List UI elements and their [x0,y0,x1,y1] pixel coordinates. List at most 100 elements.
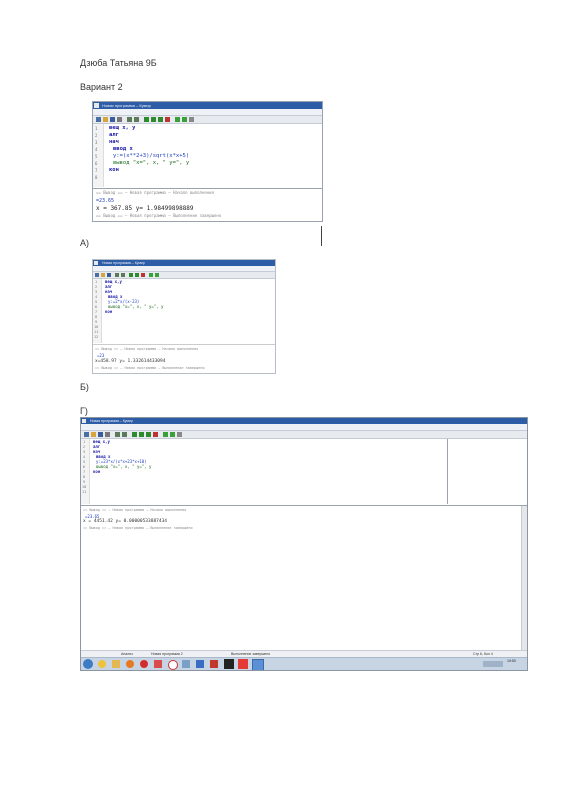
code-editor[interactable]: 1 2 3 4 5 6 7 8 9 10 11 вещ x,y алг нач … [81,439,448,504]
line-number: 1 [95,126,98,131]
table-icon[interactable] [155,273,159,277]
grid-icon[interactable] [163,432,168,437]
stop-icon[interactable] [165,117,170,122]
settings-icon[interactable] [189,117,194,122]
word-icon[interactable] [196,660,204,668]
output-line: x = 4451.42 y= 0.00000533887434 [83,519,167,524]
code-line: y:=(x**2+3)/sqrt(x*x+5) [113,153,190,159]
line-number: 8 [95,175,98,180]
yandex-browser-icon[interactable] [238,659,248,669]
line-number: 1 [95,280,98,284]
ie-icon[interactable] [98,660,106,668]
step-into-icon[interactable] [158,117,163,122]
pencil-icon[interactable] [182,660,190,668]
photo-icon[interactable] [154,660,162,668]
run-icon[interactable] [144,117,149,122]
code-line: вывод "x=", x, " y=", y [108,304,164,309]
line-number: 6 [95,161,98,166]
settings-icon[interactable] [177,432,182,437]
line-number: 11 [82,490,87,494]
label-b: Б) [80,382,89,392]
output-scrollbar[interactable] [521,506,527,650]
menubar: Программа Редактирование Вставка Выполне… [81,424,527,438]
new-file-icon[interactable] [96,117,101,122]
line-number: 4 [95,147,98,152]
grid-icon[interactable] [149,273,153,277]
undo-icon[interactable] [115,432,120,437]
print-icon[interactable] [105,432,110,437]
code-line: кон [109,167,119,173]
redo-icon[interactable] [134,117,139,122]
output-line: == Вывод == — Новая программа — Выполнен… [83,526,193,530]
line-number: 5 [95,300,98,304]
output-line: x = 367.85 y= 1.98499898889 [96,205,194,212]
table-icon[interactable] [170,432,175,437]
app-logo-icon [94,261,98,265]
step-into-icon[interactable] [146,432,151,437]
code-line: вывод "x=", x, " y=", y [96,464,152,469]
status-bar: Анализ Новая программа 2 Выполнение заве… [81,650,527,657]
code-line: вывод "x=", x, " y=", y [113,160,190,166]
save-icon[interactable] [107,273,111,277]
new-file-icon[interactable] [95,273,99,277]
step-icon[interactable] [139,432,144,437]
line-number: 3 [95,290,98,294]
code-editor[interactable]: 1 2 3 4 5 6 7 8 9 10 11 12 вещ x,y алг н… [93,279,275,343]
app-icon[interactable] [210,660,218,668]
opera-icon[interactable] [140,660,148,668]
undo-icon[interactable] [127,117,132,122]
app-logo-icon [94,103,99,108]
line-number: 3 [95,140,98,145]
line-number: 3 [83,450,86,454]
output-line: == Вывод == — Новая программа — Начало в… [96,190,215,195]
run-icon[interactable] [129,273,133,277]
menubar: Программа Редактирование Вставка Выполне… [93,109,322,141]
stop-icon[interactable] [141,273,145,277]
line-number: 4 [95,295,98,299]
label-g: Г) [80,406,88,416]
print-icon[interactable] [117,117,122,122]
line-number: 5 [83,460,86,464]
folder-icon[interactable] [112,660,120,668]
line-number: 4 [83,455,86,459]
yandex-icon[interactable] [168,660,178,670]
start-button-icon[interactable] [83,659,93,669]
line-number: 2 [83,445,86,449]
save-icon[interactable] [98,432,103,437]
taskbar: 19:53 [81,657,527,670]
undo-icon[interactable] [115,273,119,277]
stop-icon[interactable] [153,432,158,437]
open-file-icon[interactable] [91,432,96,437]
kumir-icon[interactable] [224,659,234,669]
variant-title: Вариант 2 [80,82,123,92]
open-file-icon[interactable] [103,117,108,122]
redo-icon[interactable] [122,432,127,437]
line-number: 9 [83,480,86,484]
output-line: x=458.97 y= 1.332614433094 [95,359,166,364]
code-editor[interactable]: 1 2 3 4 5 6 7 8 вещ x, y алг нач ввод x … [93,124,322,187]
table-icon[interactable] [182,117,187,122]
output-panel: == Вывод == — Новая программа — Начало в… [93,344,275,373]
output-line: == Вывод == — Новая программа — Выполнен… [96,213,222,218]
code-line: нач [109,139,119,145]
media-icon[interactable] [126,660,134,668]
code-line: ввод x [113,146,133,152]
code-line: алг [109,132,119,138]
line-number: 9 [95,320,98,324]
step-icon[interactable] [151,117,156,122]
step-icon[interactable] [135,273,139,277]
run-icon[interactable] [132,432,137,437]
line-number: 11 [94,330,99,334]
save-icon[interactable] [110,117,115,122]
screenshot-a: Новая программа – Кумир Программа Редакт… [92,101,323,222]
output-line: =23.65 [96,198,115,204]
grid-icon[interactable] [175,117,180,122]
new-file-icon[interactable] [84,432,89,437]
code-line: кон [105,309,113,314]
output-panel: == Вывод == — Новая программа — Начало в… [93,188,322,221]
open-file-icon[interactable] [101,273,105,277]
tray-icons [483,661,503,667]
redo-icon[interactable] [121,273,125,277]
window-button-icon[interactable] [252,659,264,670]
output-line: == Вывод == — Новая программа — Выполнен… [95,366,205,370]
